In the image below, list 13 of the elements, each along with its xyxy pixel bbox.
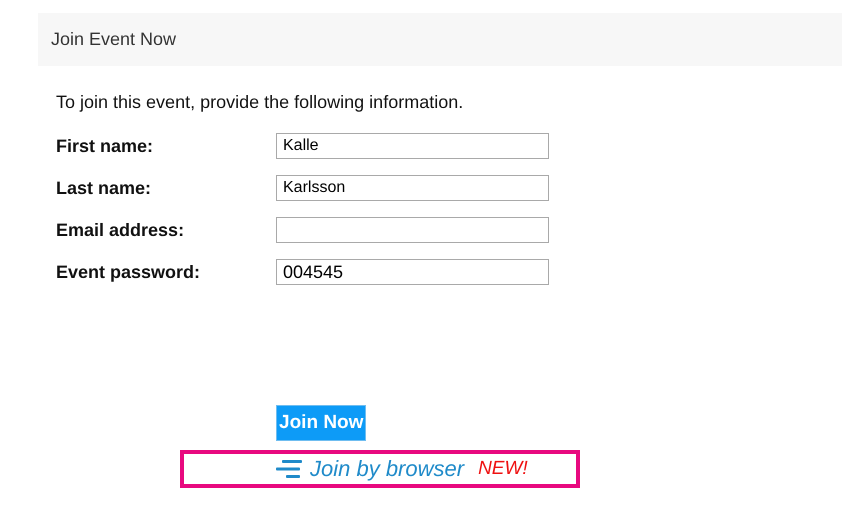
page-title: Join Event Now [51,29,176,50]
field-label: Last name: [56,178,152,198]
field-label: Email address: [56,220,186,240]
browser-link[interactable]: Join by browser [276,456,464,482]
lines-icon [276,460,302,478]
input-field[interactable]: Kalle [276,133,549,159]
field-label: Event password: [56,262,202,282]
input-field[interactable]: 004545 [276,259,549,285]
input-field[interactable]: Karlsson [276,175,549,201]
field-label: First name: [56,136,154,156]
new-label: NEW! [478,458,528,480]
intro-text: To join this event, provide the following information. [56,92,464,113]
input-field[interactable] [276,217,549,243]
